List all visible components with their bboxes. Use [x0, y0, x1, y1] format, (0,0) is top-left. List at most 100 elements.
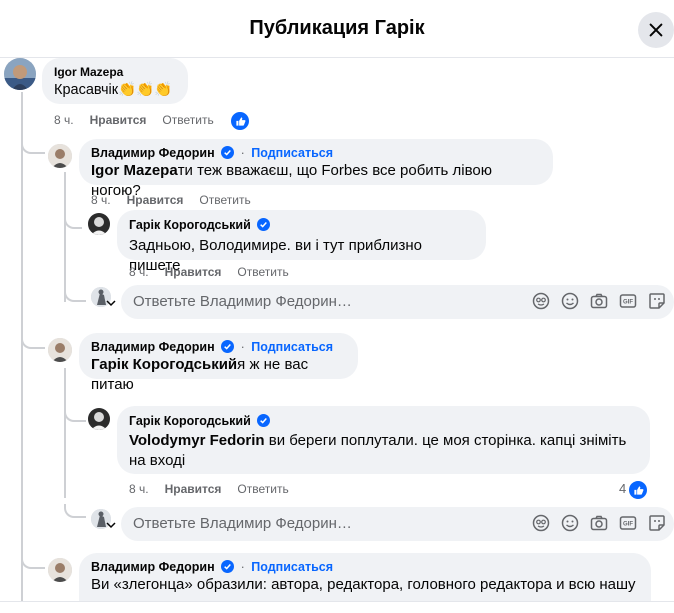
camera-icon — [590, 515, 608, 531]
avatar[interactable] — [4, 58, 36, 90]
like-icon — [633, 485, 643, 495]
comment-actions: 8 ч. Нравится Ответить — [129, 265, 305, 279]
separator-dot: · — [240, 560, 245, 574]
avatar-sticker-button[interactable] — [532, 292, 550, 310]
gif-icon: GIF — [619, 516, 637, 530]
comment-body: ви береги поплутали. це моя сторінка. ка… — [264, 432, 627, 449]
subscribe-link[interactable]: Подписаться — [251, 340, 333, 354]
comment-text: Красавчік👏👏👏 — [54, 82, 173, 98]
input-tools: GIF — [532, 292, 666, 310]
sticker-icon — [649, 293, 665, 309]
page-title: Публикация Гарік — [249, 17, 425, 39]
reply-button[interactable]: Ответить — [237, 482, 288, 496]
svg-text:GIF: GIF — [623, 522, 633, 528]
reaction-badge[interactable] — [627, 479, 649, 501]
chevron-down-icon[interactable] — [106, 521, 116, 529]
subscribe-link[interactable]: Подписаться — [251, 560, 333, 574]
thread-curve — [64, 408, 86, 422]
avatar-sticker-icon — [532, 292, 550, 310]
verified-icon — [257, 218, 271, 231]
emoji-icon — [561, 514, 579, 532]
like-button[interactable]: Нравится — [165, 265, 222, 279]
post-dialog-header: Публикация Гарік — [0, 0, 674, 58]
reaction-badge[interactable] — [229, 110, 251, 132]
subscribe-link[interactable]: Подписаться — [251, 146, 333, 160]
reply-button[interactable]: Ответить — [199, 193, 250, 207]
svg-text:GIF: GIF — [623, 300, 633, 306]
comment-author-row: Владимир Федорин · Подписаться — [91, 559, 639, 575]
comment-author[interactable]: Igor Mazepa — [54, 64, 176, 80]
comment-author[interactable]: Владимир Федорин — [91, 560, 215, 574]
reply-button[interactable]: Ответить — [162, 113, 213, 127]
comment-bubble: Гарік Корогодський Volodymyr Fedorin ви … — [117, 406, 650, 474]
comment-bubble: Владимир Федорин · Подписаться Igor Maze… — [79, 139, 553, 199]
reply-button[interactable]: Ответить — [237, 265, 288, 279]
mention-link[interactable]: Гарік Корогодський — [91, 356, 237, 373]
avatar-sticker-button[interactable] — [532, 514, 550, 532]
comment-author-row: Владимир Федорин · Подписаться — [91, 145, 541, 161]
comment-author[interactable]: Гарік Корогодський — [129, 218, 251, 232]
thread-curve — [21, 140, 45, 154]
comment-body: на вході — [129, 452, 186, 469]
comment-text: Volodymyr Fedorin ви береги поплутали. ц… — [129, 431, 638, 471]
chevron-down-icon[interactable] — [106, 299, 116, 307]
comment-bubble: Владимир Федорин · Подписаться Гарік Кор… — [79, 333, 358, 393]
camera-button[interactable] — [590, 292, 608, 310]
comment-time[interactable]: 8 ч. — [91, 193, 111, 207]
comment-author[interactable]: Владимир Федорин — [91, 340, 215, 354]
thread-curve — [21, 335, 45, 349]
gif-button[interactable]: GIF — [619, 292, 637, 310]
thread-line-nested — [64, 368, 66, 498]
verified-icon — [221, 560, 235, 573]
emoji-button[interactable] — [561, 514, 579, 532]
avatar-sticker-icon — [532, 514, 550, 532]
comment-time[interactable]: 8 ч. — [129, 265, 149, 279]
like-button[interactable]: Нравится — [90, 113, 147, 127]
reply-input[interactable]: Ответьте Владимир Федорин… GIF — [121, 285, 674, 319]
like-icon — [235, 116, 245, 126]
separator-dot: · — [240, 146, 245, 160]
thread-curve — [64, 215, 82, 229]
reply-input[interactable]: Ответьте Владимир Федорин… GIF — [121, 507, 674, 541]
sticker-button[interactable] — [648, 292, 666, 310]
comment-author[interactable]: Владимир Федорин — [91, 146, 215, 160]
emoji-icon — [561, 292, 579, 310]
comment-author[interactable]: Гарік Корогодський — [129, 414, 251, 428]
comment-time[interactable]: 8 ч. — [129, 482, 149, 496]
sticker-button[interactable] — [648, 514, 666, 532]
comment-actions: 8 ч. Нравится Ответить — [91, 193, 267, 207]
reaction-count[interactable]: 4 — [619, 481, 626, 496]
mention-link[interactable]: Igor Mazepa — [91, 162, 178, 179]
comment-text: Ви «злегонца» образили: автора, редактор… — [91, 576, 636, 593]
like-button[interactable]: Нравится — [127, 193, 184, 207]
emoji-button[interactable] — [561, 292, 579, 310]
sticker-icon — [649, 515, 665, 531]
comment-bubble: Гарік Корогодський Задньою, Володимире. … — [117, 210, 486, 274]
camera-icon — [590, 293, 608, 309]
comment-author-row: Гарік Корогодський — [129, 217, 474, 233]
gif-button[interactable]: GIF — [619, 514, 637, 532]
avatar[interactable] — [48, 338, 72, 362]
thread-line-main — [21, 92, 23, 601]
comment-time[interactable]: 8 ч. — [54, 113, 74, 127]
comment-text: Гарік Корогодськийя ж не вас питаю — [91, 355, 346, 395]
gif-icon: GIF — [619, 294, 637, 308]
avatar[interactable] — [48, 558, 72, 582]
thread-curve — [64, 504, 86, 518]
comment-bubble: Igor Mazepa Красавчік👏👏👏 — [42, 58, 188, 104]
avatar[interactable] — [48, 144, 72, 168]
input-tools: GIF — [532, 514, 666, 532]
separator-dot: · — [240, 340, 245, 354]
thread-curve — [21, 555, 45, 569]
thread-line-nested — [64, 172, 66, 302]
close-button[interactable] — [638, 12, 674, 48]
comment-actions: 8 ч. Нравится Ответить — [129, 482, 305, 496]
like-button[interactable]: Нравится — [165, 482, 222, 496]
verified-icon — [257, 414, 271, 427]
camera-button[interactable] — [590, 514, 608, 532]
avatar[interactable] — [88, 213, 110, 235]
avatar[interactable] — [88, 408, 110, 430]
composer-bar — [0, 601, 674, 613]
mention-link[interactable]: Volodymyr Fedorin — [129, 432, 265, 449]
thread-curve — [64, 288, 86, 302]
